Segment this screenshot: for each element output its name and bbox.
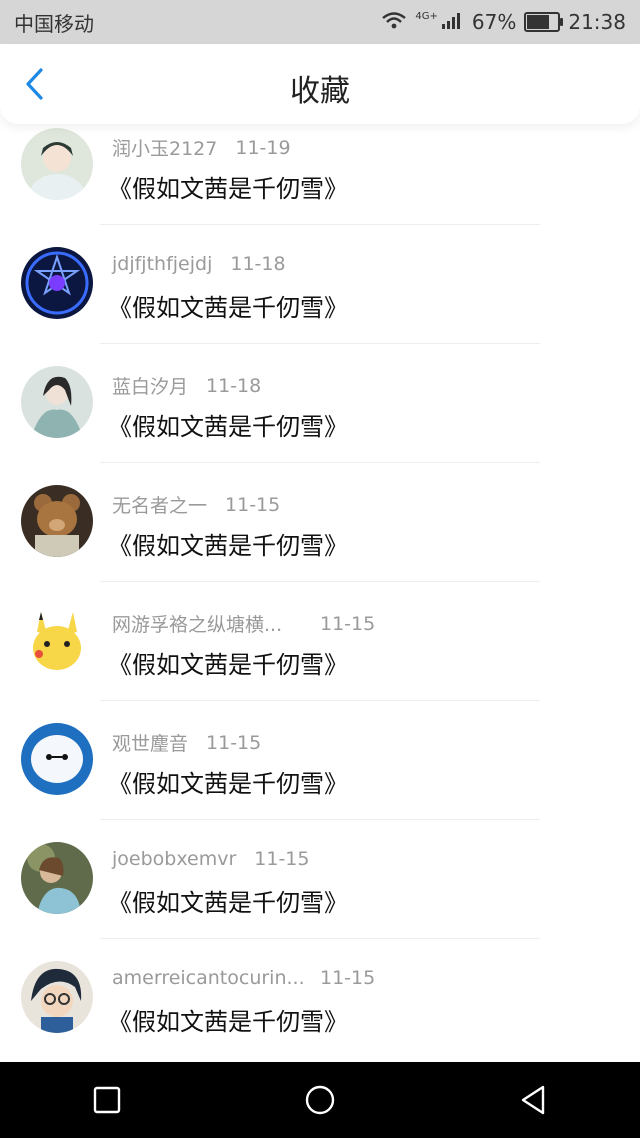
favorites-list: 润小玉2127 11-19 《假如文茜是千仞雪》 jdjfjthfjejdj 1…: [0, 124, 640, 1062]
date: 11-15: [254, 848, 310, 870]
list-item[interactable]: 蓝白汐月 11-18 《假如文茜是千仞雪》: [0, 362, 640, 481]
avatar: [21, 961, 93, 1033]
app-header: 收藏: [0, 44, 640, 124]
date: 11-18: [230, 253, 286, 275]
list-item[interactable]: 润小玉2127 11-19 《假如文茜是千仞雪》: [0, 124, 640, 243]
item-meta: jdjfjthfjejdj 11-18: [112, 253, 286, 275]
list-item[interactable]: 网游孚袼之纵塘横... 11-15 《假如文茜是千仞雪》: [0, 600, 640, 719]
list-item[interactable]: joebobxemvr 11-15 《假如文茜是千仞雪》: [0, 838, 640, 957]
date: 11-15: [320, 612, 376, 635]
username: joebobxemvr: [112, 848, 237, 870]
divider: [100, 581, 540, 582]
carrier-label: 中国移动: [14, 11, 94, 36]
item-meta: 蓝白汐月 11-18: [112, 372, 261, 399]
circle-icon: [305, 1085, 335, 1115]
username: 润小玉2127: [112, 138, 218, 160]
system-nav-bar: [0, 1062, 640, 1138]
date: 11-15: [206, 731, 262, 754]
date: 11-18: [206, 374, 262, 397]
list-item[interactable]: 观世麈音 11-15 《假如文茜是千仞雪》: [0, 719, 640, 838]
page-title: 收藏: [290, 74, 350, 109]
avatar: [21, 723, 93, 795]
username: 蓝白汐月: [112, 376, 189, 398]
square-icon: [93, 1086, 120, 1114]
avatar: [21, 366, 93, 438]
username: amerreicantocurin...: [112, 967, 305, 989]
avatar: [21, 604, 93, 676]
list-item[interactable]: amerreicantocurin... 11-15 《假如文茜是千仞雪》: [0, 957, 640, 1062]
username: 观世麈音: [112, 733, 189, 755]
book-title: 《假如文茜是千仞雪》: [108, 1008, 348, 1036]
book-title: 《假如文茜是千仞雪》: [108, 175, 348, 203]
clock: 21:38: [568, 10, 626, 34]
network-type: 4G+: [415, 10, 438, 22]
item-meta: joebobxemvr 11-15: [112, 848, 309, 870]
item-meta: 无名者之一 11-15: [112, 491, 280, 518]
status-icons: 4G+ 67% 21:38: [381, 10, 640, 34]
list-item[interactable]: 无名者之一 11-15 《假如文茜是千仞雪》: [0, 481, 640, 600]
divider: [100, 343, 540, 344]
date: 11-15: [320, 967, 376, 989]
username: jdjfjthfjejdj: [112, 253, 213, 275]
divider: [100, 938, 540, 939]
book-title: 《假如文茜是千仞雪》: [108, 532, 348, 560]
book-title: 《假如文茜是千仞雪》: [108, 889, 348, 917]
triangle-back-icon: [522, 1085, 545, 1115]
battery-icon: [524, 12, 564, 32]
book-title: 《假如文茜是千仞雪》: [108, 651, 348, 679]
home-button[interactable]: [290, 1070, 350, 1130]
signal-icon: [441, 10, 464, 34]
item-meta: 观世麈音 11-15: [112, 729, 261, 756]
book-title: 《假如文茜是千仞雪》: [108, 770, 348, 798]
battery-percent: 67%: [471, 10, 517, 34]
wifi-icon: [381, 10, 407, 34]
username: 网游孚袼之纵塘横...: [112, 614, 283, 636]
item-meta: amerreicantocurin... 11-15: [112, 967, 375, 989]
item-meta: 润小玉2127 11-19: [112, 134, 291, 161]
divider: [100, 224, 540, 225]
status-bar: 中国移动 4G+ 67% 21:38: [0, 0, 640, 44]
back-nav-button[interactable]: [503, 1070, 563, 1130]
avatar: [21, 842, 93, 914]
date: 11-19: [235, 136, 291, 159]
item-meta: 网游孚袼之纵塘横... 11-15: [112, 610, 375, 637]
book-title: 《假如文茜是千仞雪》: [108, 413, 348, 441]
recents-button[interactable]: [77, 1070, 137, 1130]
book-title: 《假如文茜是千仞雪》: [108, 294, 348, 322]
username: 无名者之一: [112, 495, 208, 517]
list-item[interactable]: jdjfjthfjejdj 11-18 《假如文茜是千仞雪》: [0, 243, 640, 362]
divider: [100, 819, 540, 820]
divider: [100, 700, 540, 701]
date: 11-15: [225, 493, 281, 516]
avatar: [21, 485, 93, 557]
avatar: [21, 247, 93, 319]
avatar: [21, 128, 93, 200]
divider: [100, 462, 540, 463]
